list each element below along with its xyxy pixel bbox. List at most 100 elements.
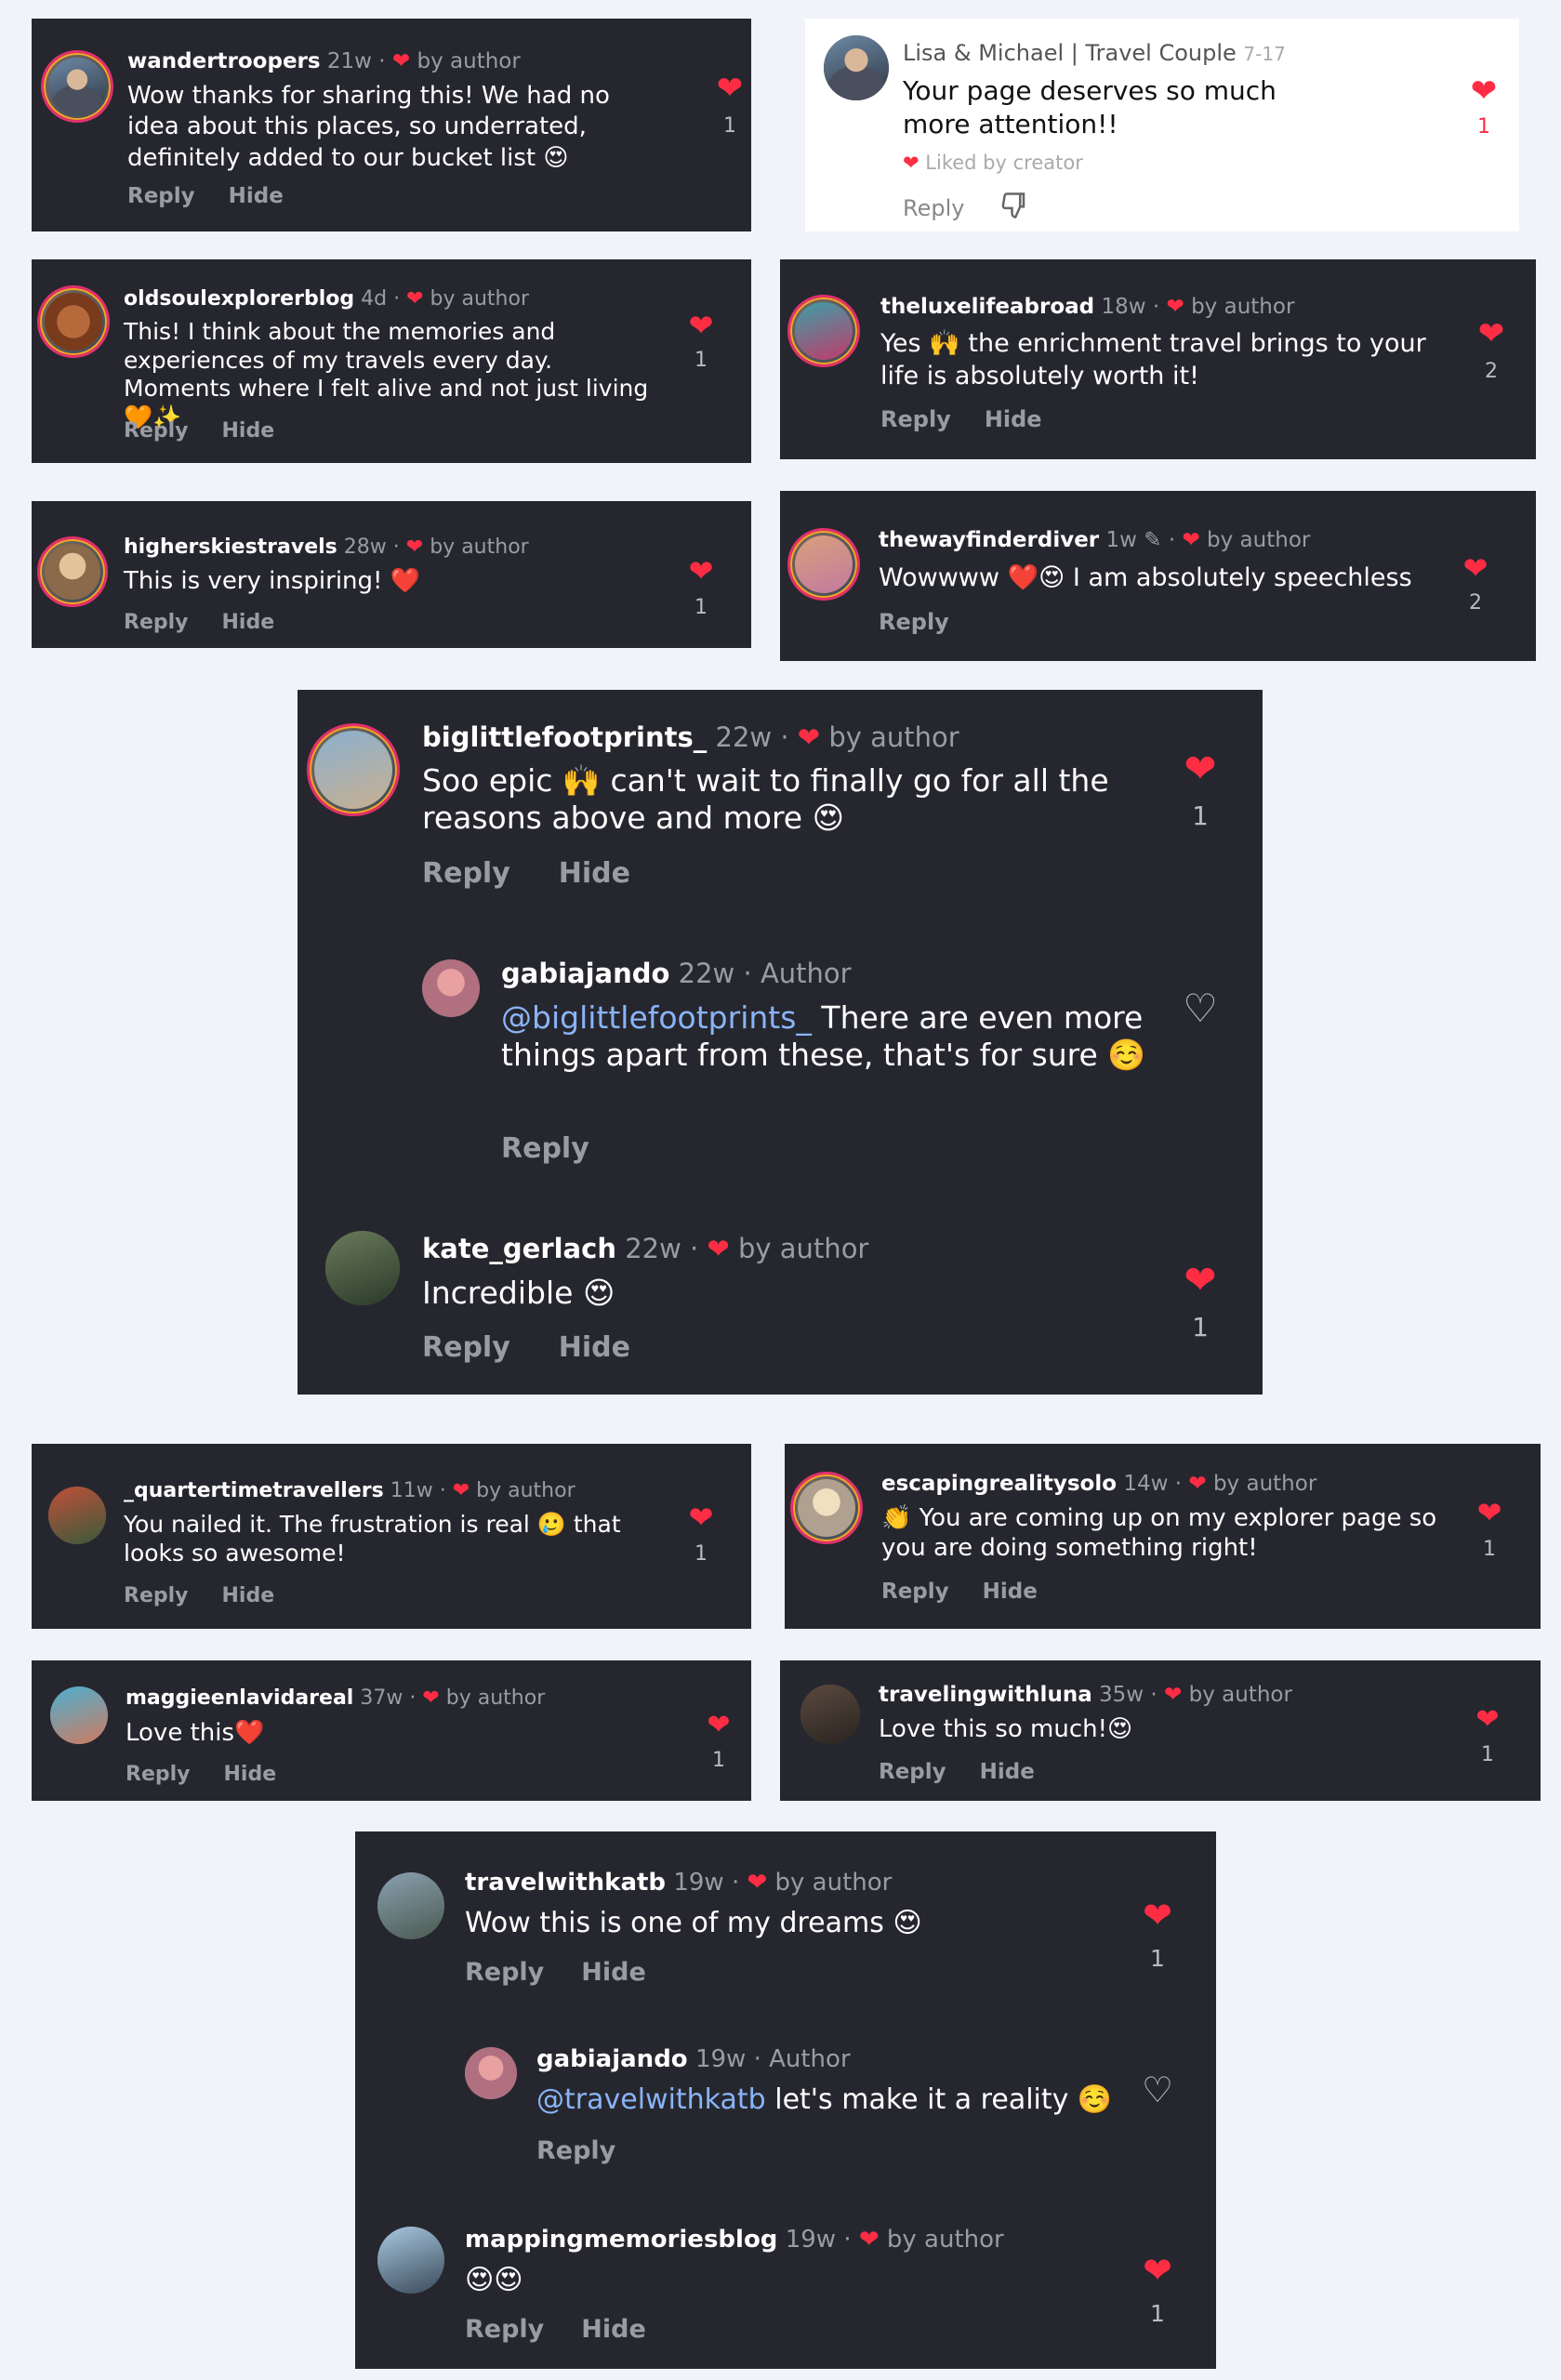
username[interactable]: gabiajando	[501, 958, 669, 989]
avatar[interactable]	[787, 528, 860, 601]
reply-button[interactable]: Reply	[880, 406, 951, 432]
reply-button[interactable]: Reply	[903, 195, 964, 221]
username[interactable]: thewayfinderdiver	[879, 528, 1099, 552]
hide-button[interactable]: Hide	[222, 611, 275, 634]
comment-card: oldsoulexplorerblog 4d · ❤ by author Thi…	[32, 259, 751, 463]
heart-icon[interactable]: ❤	[1136, 1895, 1179, 1936]
username[interactable]: Lisa & Michael | Travel Couple	[903, 40, 1237, 66]
reply-button[interactable]: Reply	[879, 609, 949, 635]
timestamp: 1w	[1105, 528, 1137, 552]
reply-button[interactable]: Reply	[124, 419, 189, 443]
reply-header: gabiajando 19w · Author	[536, 2045, 851, 2073]
reply-button[interactable]: Reply	[124, 611, 189, 634]
avatar[interactable]	[41, 50, 113, 123]
hide-button[interactable]: Hide	[581, 2315, 646, 2344]
heart-icon[interactable]: ❤	[1177, 746, 1224, 791]
avatar[interactable]	[377, 2227, 444, 2294]
username[interactable]: oldsoulexplorerblog	[124, 287, 354, 311]
avatar[interactable]	[422, 959, 480, 1017]
avatar[interactable]	[377, 1872, 444, 1939]
reply-button[interactable]: Reply	[124, 1584, 189, 1607]
liked-by-author: by author	[1191, 295, 1295, 319]
heart-icon[interactable]: ❤	[682, 553, 720, 588]
comment-actions: Reply Hide	[422, 1331, 664, 1364]
hide-button[interactable]: Hide	[224, 1763, 277, 1786]
heart-icon[interactable]: ❤	[1177, 1257, 1224, 1302]
username[interactable]: wandertroopers	[127, 49, 321, 73]
avatar[interactable]	[325, 1231, 400, 1305]
heart-icon[interactable]: ❤	[1473, 315, 1510, 352]
username[interactable]: higherskiestravels	[124, 536, 337, 559]
hide-button[interactable]: Hide	[983, 1580, 1038, 1604]
username[interactable]: mappingmemoriesblog	[465, 2226, 777, 2254]
comment-card: _quartertimetravellers 11w · ❤ by author…	[32, 1444, 751, 1629]
avatar[interactable]	[790, 1472, 863, 1544]
hide-button[interactable]: Hide	[985, 406, 1042, 432]
username[interactable]: escapingrealitysolo	[881, 1472, 1117, 1496]
like-control: ❤ 1	[682, 553, 720, 619]
reply-button[interactable]: Reply	[536, 2136, 615, 2165]
hide-button[interactable]: Hide	[222, 419, 275, 443]
hide-button[interactable]: Hide	[980, 1760, 1035, 1784]
reply-button[interactable]: Reply	[422, 857, 510, 890]
username[interactable]: gabiajando	[536, 2045, 688, 2073]
avatar[interactable]	[50, 1686, 108, 1744]
hide-button[interactable]: Hide	[222, 1584, 275, 1607]
comment-actions: Reply	[879, 609, 983, 635]
username[interactable]: biglittlefootprints_	[422, 721, 707, 753]
username[interactable]: theluxelifeabroad	[880, 295, 1094, 319]
hide-button[interactable]: Hide	[559, 857, 630, 890]
author-badge: Author	[760, 958, 852, 989]
like-count: 2	[1469, 591, 1482, 615]
hide-button[interactable]: Hide	[581, 1958, 646, 1987]
hide-button[interactable]: Hide	[229, 184, 284, 208]
comment-text: You nailed it. The frustration is real 🥲…	[124, 1511, 621, 1567]
reply-button[interactable]: Reply	[465, 2315, 544, 2344]
comment-text: Yes 🙌 the enrichment travel brings to yo…	[880, 329, 1426, 390]
reply-button[interactable]: Reply	[126, 1763, 191, 1786]
avatar[interactable]	[465, 2047, 517, 2099]
avatar[interactable]	[307, 723, 400, 816]
avatar-image	[798, 1479, 855, 1537]
mention-link[interactable]: @travelwithkatb	[536, 2083, 766, 2116]
hide-button[interactable]: Hide	[559, 1331, 630, 1364]
heart-icon[interactable]: ❤	[700, 1709, 737, 1741]
timestamp: 35w	[1099, 1683, 1144, 1707]
username[interactable]: maggieenlavidareal	[126, 1686, 353, 1710]
avatar[interactable]	[48, 1487, 106, 1544]
heart-icon[interactable]: ❤	[1457, 550, 1494, 586]
username[interactable]: kate_gerlach	[422, 1233, 616, 1264]
heart-icon[interactable]: ❤	[711, 70, 748, 107]
avatar[interactable]	[800, 1685, 860, 1744]
avatar[interactable]	[787, 295, 860, 367]
heart-icon[interactable]: ❤	[1465, 73, 1502, 110]
heart-icon[interactable]: ❤	[1471, 1495, 1508, 1530]
reply-button[interactable]: Reply	[881, 1580, 949, 1604]
username[interactable]: travelwithkatb	[465, 1869, 666, 1897]
avatar[interactable]	[824, 35, 889, 100]
mention-link[interactable]: @biglittlefootprints_	[501, 999, 812, 1036]
reply-button[interactable]: Reply	[501, 1132, 589, 1165]
heart-outline-icon[interactable]: ♡	[1136, 2069, 1179, 2110]
author-heart-icon: ❤	[1166, 295, 1184, 319]
separator: ·	[690, 1233, 699, 1264]
avatar[interactable]	[37, 285, 110, 358]
reply-button[interactable]: Reply	[879, 1760, 946, 1784]
reply-button[interactable]: Reply	[127, 184, 195, 208]
heart-icon[interactable]: ❤	[682, 1500, 720, 1535]
username[interactable]: travelingwithluna	[879, 1683, 1092, 1707]
heart-icon[interactable]: ❤	[682, 308, 720, 343]
reply-button[interactable]: Reply	[465, 1958, 544, 1987]
username[interactable]: _quartertimetravellers	[124, 1479, 384, 1502]
heart-icon[interactable]: ❤	[1136, 2250, 1179, 2291]
avatar-image	[314, 731, 392, 809]
reply-button[interactable]: Reply	[422, 1331, 510, 1364]
avatar[interactable]	[37, 536, 108, 607]
heart-outline-icon[interactable]: ♡	[1177, 985, 1224, 1031]
liked-by-author: by author	[476, 1479, 575, 1502]
thumbs-down-icon[interactable]	[1000, 192, 1028, 223]
heart-icon[interactable]: ❤	[1469, 1703, 1506, 1736]
like-control: ❤ 1	[682, 1500, 720, 1566]
reply-text: @biglittlefootprints_ There are even mor…	[501, 999, 1152, 1075]
comment-card: Lisa & Michael | Travel Couple 7-17 Your…	[805, 19, 1519, 231]
